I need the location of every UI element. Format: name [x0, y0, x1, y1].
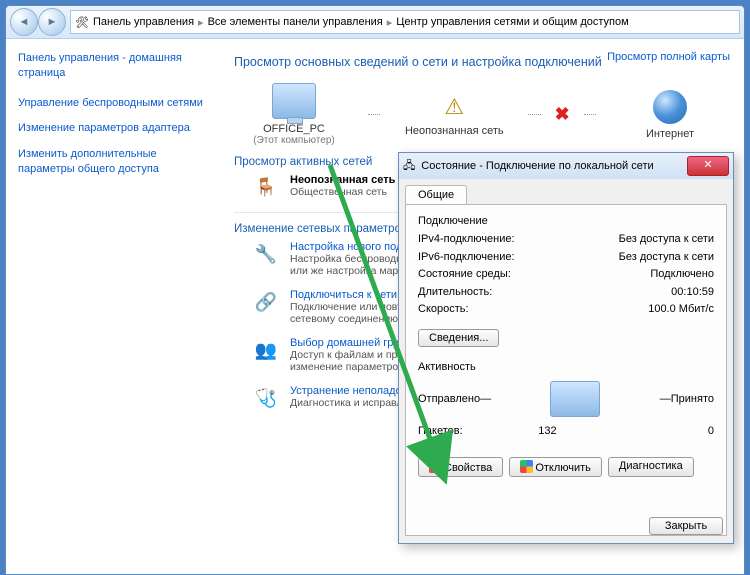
- close-dialog-button[interactable]: Закрыть: [649, 517, 723, 535]
- status-dialog: 🖧 Состояние - Подключение по локальной с…: [398, 152, 734, 544]
- homegroup-icon: 👥: [252, 337, 280, 363]
- sidebar-link-sharing[interactable]: Изменить дополнительные параметры общего…: [18, 147, 208, 178]
- shield-icon: [520, 460, 533, 473]
- close-button[interactable]: ✕: [687, 156, 729, 176]
- sidebar: Панель управления - домашняя страница Уп…: [6, 39, 220, 574]
- properties-button[interactable]: Свойства: [418, 457, 503, 477]
- packets-received: 0: [708, 425, 714, 437]
- tab-general[interactable]: Общие: [405, 185, 467, 204]
- bench-icon: 🪑: [252, 174, 280, 200]
- activity-icon: [550, 381, 600, 417]
- sidebar-link-wireless[interactable]: Управление беспроводными сетями: [18, 96, 208, 111]
- chevron-right-icon: ▸: [387, 16, 393, 29]
- group-connection: Подключение: [418, 215, 714, 227]
- breadcrumb-item[interactable]: Все элементы панели управления: [208, 16, 383, 28]
- troubleshoot-icon: 🩺: [252, 385, 280, 411]
- globe-icon: [653, 90, 687, 124]
- breadcrumb-item[interactable]: Панель управления: [93, 16, 194, 28]
- sidebar-home-link[interactable]: Панель управления - домашняя страница: [18, 51, 208, 82]
- network-icon: 🖧: [403, 157, 415, 176]
- details-button[interactable]: Сведения...: [418, 329, 499, 347]
- diagnostics-button[interactable]: Диагностика: [608, 457, 694, 477]
- nav-forward-button[interactable]: ►: [38, 8, 66, 36]
- shield-icon: [429, 460, 442, 473]
- breadcrumb-item[interactable]: Центр управления сетями и общим доступом: [396, 16, 628, 28]
- warning-icon: ⚠: [440, 93, 468, 121]
- control-panel-icon: 🛠: [75, 16, 89, 29]
- network-map: OFFICE_PC (Этот компьютер) ⚠ Неопознанна…: [234, 83, 730, 146]
- computer-icon: [272, 83, 316, 119]
- connect-icon: 🔗: [252, 289, 280, 315]
- chevron-right-icon: ▸: [198, 16, 204, 29]
- node-internet[interactable]: Интернет: [610, 90, 730, 140]
- packets-sent: 132: [538, 425, 556, 437]
- view-full-map-link[interactable]: Просмотр полной карты: [607, 51, 730, 63]
- packets-label: Пакетов:: [418, 425, 463, 437]
- dialog-title: Состояние - Подключение по локальной сет…: [421, 160, 653, 172]
- node-this-pc[interactable]: OFFICE_PC (Этот компьютер): [234, 83, 354, 146]
- disable-button[interactable]: Отключить: [509, 457, 602, 477]
- group-activity: Активность: [418, 361, 714, 373]
- address-toolbar: ◄ ► 🛠 Панель управления ▸ Все элементы п…: [6, 6, 744, 39]
- nav-back-button[interactable]: ◄: [10, 8, 38, 36]
- wizard-icon: 🔧: [252, 241, 280, 267]
- node-unknown-network[interactable]: ⚠ Неопознанная сеть: [394, 93, 514, 137]
- breadcrumb[interactable]: 🛠 Панель управления ▸ Все элементы панел…: [70, 10, 740, 34]
- sidebar-link-adapter[interactable]: Изменение параметров адаптера: [18, 121, 208, 136]
- disconnected-icon: ✖: [555, 104, 570, 125]
